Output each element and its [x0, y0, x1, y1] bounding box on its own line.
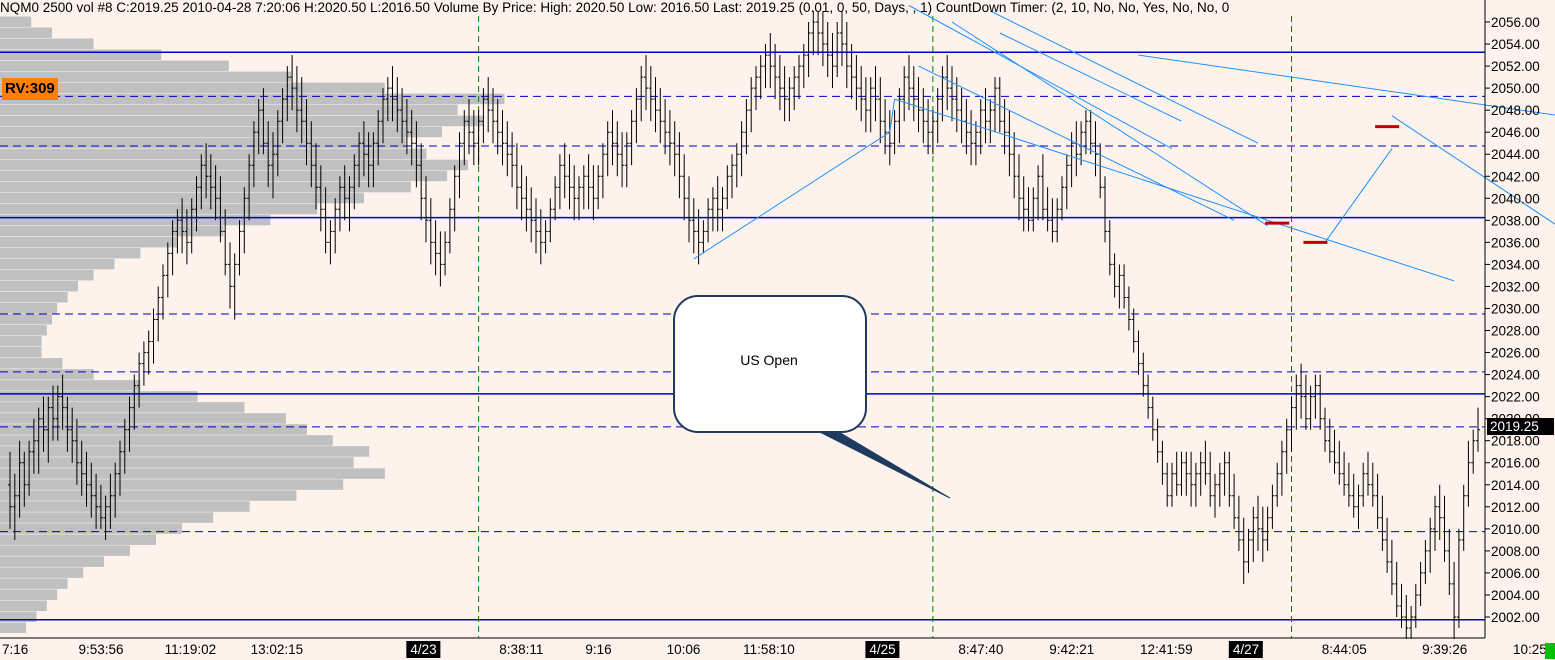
profile-bar-19: [0, 225, 224, 237]
x-tick-label-12: 12:41:59: [1140, 642, 1193, 657]
y-tick-label-17: 2036.00: [1491, 235, 1540, 250]
x-date-label-13: 4/27: [1233, 642, 1259, 657]
profile-bar-24: [0, 280, 78, 292]
profile-bar-34: [0, 391, 198, 402]
y-tick-label-13: 2028.00: [1491, 324, 1540, 339]
x-tick-label-3: 13:02:15: [251, 642, 304, 657]
profile-bar-2: [0, 38, 94, 49]
x-tick-label-14: 8:44:05: [1322, 642, 1367, 657]
profile-bar-55: [0, 622, 26, 633]
profile-bar-9: [0, 115, 484, 127]
x-tick-label-5: 8:38:11: [499, 642, 543, 657]
profile-bar-3: [0, 49, 162, 60]
y-tick-label-24: 2050.00: [1491, 81, 1540, 96]
profile-bar-12: [0, 148, 427, 160]
x-tick-label-7: 10:06: [667, 642, 701, 657]
y-tick-label-3: 2008.00: [1491, 544, 1540, 559]
profile-bar-4: [0, 60, 229, 72]
profile-bar-53: [0, 600, 47, 611]
y-tick-label-19: 2040.00: [1491, 191, 1540, 206]
callout-label: US Open: [740, 352, 798, 368]
x-tick-label-1: 9:53:56: [79, 642, 124, 657]
profile-bar-21: [0, 247, 141, 259]
rv-badge: RV:309: [2, 78, 58, 100]
y-tick-label-0: 2002.00: [1491, 610, 1540, 625]
profile-bar-48: [0, 545, 130, 556]
x-date-label-4: 4/23: [410, 642, 436, 657]
profile-bar-10: [0, 126, 442, 138]
x-date-label-9: 4/25: [869, 642, 895, 657]
profile-bar-43: [0, 490, 297, 501]
profile-bar-26: [0, 303, 58, 314]
profile-bar-46: [0, 523, 182, 534]
profile-bar-23: [0, 269, 94, 281]
profile-bar-51: [0, 578, 68, 589]
profile-bar-35: [0, 402, 245, 413]
profile-bar-39: [0, 446, 370, 457]
y-tick-label-26: 2054.00: [1491, 37, 1540, 52]
profile-bar-0: [0, 16, 32, 27]
y-tick-label-23: 2048.00: [1491, 103, 1540, 118]
profile-bar-49: [0, 556, 104, 567]
profile-bar-28: [0, 325, 47, 336]
profile-bar-18: [0, 214, 271, 226]
x-tick-label-11: 9:42:21: [1049, 642, 1094, 657]
y-tick-label-6: 2014.00: [1491, 478, 1540, 493]
y-tick-label-25: 2052.00: [1491, 59, 1540, 74]
y-tick-label-20: 2042.00: [1491, 169, 1540, 184]
y-tick-label-11: 2024.00: [1491, 368, 1540, 383]
x-tick-label-8: 11:58:10: [743, 642, 795, 657]
profile-bar-45: [0, 512, 214, 523]
profile-bar-11: [0, 137, 406, 149]
profile-bar-27: [0, 314, 52, 325]
profile-bar-50: [0, 567, 84, 578]
profile-bar-1: [0, 27, 52, 38]
profile-bar-7: [0, 93, 505, 105]
profile-bar-30: [0, 347, 42, 358]
profile-bar-40: [0, 457, 354, 468]
y-tick-label-15: 2032.00: [1491, 279, 1540, 294]
profile-bar-20: [0, 236, 177, 248]
status-indicator: [1545, 643, 1555, 659]
y-tick-label-7: 2016.00: [1491, 456, 1540, 471]
profile-bar-44: [0, 501, 250, 512]
x-tick-label-0: 7:16: [2, 642, 28, 657]
profile-bar-22: [0, 258, 115, 270]
profile-bar-32: [0, 369, 94, 380]
profile-bar-8: [0, 104, 458, 116]
last-price-tag: 2019.25: [1487, 418, 1554, 435]
profile-bar-13: [0, 159, 468, 171]
profile-bar-17: [0, 203, 318, 215]
profile-bar-31: [0, 358, 63, 369]
profile-bar-52: [0, 589, 58, 600]
profile-bar-47: [0, 534, 156, 545]
profile-bar-41: [0, 468, 385, 479]
y-tick-label-10: 2022.00: [1491, 390, 1540, 405]
y-tick-label-12: 2026.00: [1491, 346, 1540, 361]
chart-header: NQM0 2500 vol #8 C:2019.25 2010-04-28 7:…: [0, 0, 1230, 15]
profile-bar-29: [0, 336, 42, 347]
y-tick-label-8: 2018.00: [1491, 434, 1540, 449]
y-tick-label-2: 2006.00: [1491, 566, 1540, 581]
y-tick-label-18: 2038.00: [1491, 213, 1540, 228]
y-tick-label-27: 2056.00: [1491, 15, 1540, 30]
x-tick-label-2: 11:19:02: [165, 642, 217, 657]
y-tick-label-5: 2012.00: [1491, 500, 1540, 515]
y-tick-label-21: 2044.00: [1491, 147, 1540, 162]
profile-bar-42: [0, 479, 344, 490]
x-tick-label-10: 8:47:40: [958, 642, 1003, 657]
y-tick-label-14: 2030.00: [1491, 301, 1540, 316]
y-tick-label-4: 2010.00: [1491, 522, 1540, 537]
y-tick-label-22: 2046.00: [1491, 125, 1540, 140]
y-tick-label-16: 2034.00: [1491, 257, 1540, 272]
profile-bar-14: [0, 170, 448, 182]
y-tick-label-1: 2004.00: [1491, 588, 1540, 603]
x-tick-label-6: 9:16: [585, 642, 611, 657]
profile-bar-38: [0, 435, 333, 446]
price-chart[interactable]: 2002.00 2004.00 2006.00 2008.00 2010.00 2012.…: [0, 0, 1555, 660]
profile-bar-37: [0, 424, 307, 435]
profile-bar-25: [0, 292, 68, 303]
x-tick-label-15: 9:39:26: [1422, 642, 1467, 657]
profile-bar-33: [0, 380, 141, 391]
